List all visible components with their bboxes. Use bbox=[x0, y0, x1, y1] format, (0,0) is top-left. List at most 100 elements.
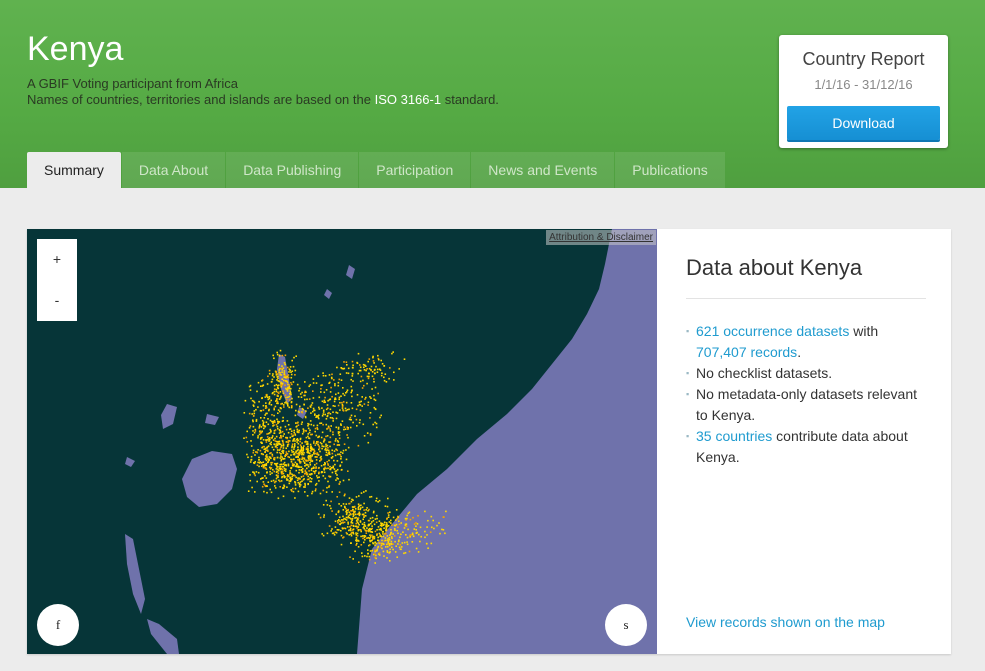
zoom-in-button[interactable]: + bbox=[37, 239, 77, 280]
occurrence-point bbox=[394, 529, 396, 531]
occurrence-point bbox=[321, 445, 323, 447]
tab-data-publishing[interactable]: Data Publishing bbox=[226, 152, 359, 188]
occurrence-point bbox=[296, 441, 298, 443]
records-link[interactable]: 707,407 records bbox=[696, 344, 797, 360]
occurrence-point bbox=[304, 398, 306, 401]
occurrence-point bbox=[259, 430, 261, 432]
occurrence-point bbox=[278, 467, 281, 470]
occurrence-point bbox=[283, 461, 286, 464]
occurrence-point bbox=[319, 516, 322, 519]
occurrence-point bbox=[385, 527, 388, 529]
occurrence-point bbox=[371, 525, 373, 527]
occurrence-point bbox=[329, 441, 332, 443]
occurrence-point bbox=[329, 391, 332, 393]
occurrence-point bbox=[383, 365, 385, 367]
occurrence-point bbox=[301, 471, 304, 473]
occurrence-point bbox=[361, 523, 364, 525]
occurrence-point bbox=[374, 372, 376, 375]
occurrence-map[interactable]: Attribution & Disclaimer + - f s bbox=[27, 229, 657, 654]
occurrence-point bbox=[363, 384, 365, 387]
occurrence-point bbox=[358, 512, 361, 515]
occurrence-point bbox=[316, 456, 318, 458]
occurrence-point bbox=[253, 412, 256, 415]
iso-link[interactable]: ISO 3166-1 bbox=[375, 92, 442, 107]
occurrence-point bbox=[257, 406, 259, 408]
occurrence-point bbox=[283, 406, 285, 408]
occurrence-point bbox=[276, 398, 278, 400]
occurrence-point bbox=[257, 471, 260, 474]
occurrence-point bbox=[291, 435, 293, 437]
occurrence-point bbox=[297, 439, 299, 442]
occurrence-point bbox=[295, 403, 298, 406]
occurrence-point bbox=[355, 536, 358, 539]
occurrence-point bbox=[320, 464, 323, 467]
occurrence-point bbox=[267, 445, 270, 447]
occurrence-point bbox=[287, 396, 289, 399]
occurrence-point bbox=[284, 470, 287, 472]
occurrence-point bbox=[373, 537, 376, 540]
occurrence-point bbox=[327, 449, 330, 452]
occurrence-point bbox=[277, 375, 279, 378]
occurrence-point bbox=[290, 461, 293, 463]
download-button[interactable]: Download bbox=[787, 106, 940, 140]
countries-link[interactable]: 35 countries bbox=[696, 428, 772, 444]
occurrence-point bbox=[360, 400, 362, 403]
occurrence-point bbox=[366, 382, 368, 385]
view-records-link[interactable]: View records shown on the map bbox=[686, 614, 885, 630]
occurrence-point bbox=[308, 470, 310, 472]
occurrence-point bbox=[278, 369, 280, 371]
occurrence-point bbox=[398, 520, 400, 523]
occurrence-point bbox=[313, 472, 316, 475]
occurrence-point bbox=[324, 463, 326, 465]
occurrence-point bbox=[281, 354, 284, 357]
occurrence-point bbox=[311, 490, 314, 493]
facts-list: 621 occurrence datasets with 707,407 rec… bbox=[686, 321, 926, 468]
occurrence-point bbox=[288, 482, 291, 485]
occurrence-point bbox=[358, 495, 360, 497]
occurrence-point bbox=[407, 528, 409, 531]
zoom-out-button[interactable]: - bbox=[37, 280, 77, 321]
occurrence-point bbox=[310, 423, 313, 426]
occurrence-point bbox=[359, 380, 362, 383]
occurrence-point bbox=[250, 458, 253, 461]
occurrence-point bbox=[359, 369, 362, 372]
occurrence-point bbox=[359, 507, 362, 509]
occurrence-point bbox=[342, 515, 344, 518]
occurrence-point bbox=[303, 429, 305, 432]
occurrence-point bbox=[380, 414, 382, 417]
tab-publications[interactable]: Publications bbox=[615, 152, 725, 188]
occurrence-point bbox=[331, 471, 334, 474]
occurrence-point bbox=[387, 516, 390, 518]
occurrence-datasets-link[interactable]: 621 occurrence datasets bbox=[696, 323, 849, 339]
occurrence-point bbox=[256, 451, 258, 453]
map-left-button[interactable]: f bbox=[37, 604, 79, 646]
occurrence-point bbox=[304, 491, 306, 493]
occurrence-point bbox=[349, 512, 352, 515]
occurrence-point bbox=[362, 423, 365, 426]
tab-participation[interactable]: Participation bbox=[359, 152, 471, 188]
occurrence-point bbox=[297, 448, 299, 451]
occurrence-point bbox=[325, 499, 327, 502]
occurrence-point bbox=[272, 354, 274, 357]
tab-summary[interactable]: Summary bbox=[27, 152, 121, 188]
tab-data-about[interactable]: Data About bbox=[121, 152, 226, 188]
occurrence-point bbox=[273, 414, 275, 417]
occurrence-point bbox=[341, 405, 344, 408]
occurrence-point bbox=[280, 395, 282, 398]
occurrence-point bbox=[326, 486, 328, 489]
tab-news-and-events[interactable]: News and Events bbox=[471, 152, 615, 188]
occurrence-point bbox=[272, 373, 274, 375]
occurrence-point bbox=[370, 397, 372, 399]
map-right-button[interactable]: s bbox=[605, 604, 647, 646]
occurrence-point bbox=[329, 505, 331, 507]
occurrence-point bbox=[392, 548, 394, 551]
occurrence-point bbox=[290, 467, 292, 470]
attribution-link[interactable]: Attribution & Disclaimer bbox=[546, 230, 656, 245]
occurrence-point bbox=[341, 527, 344, 529]
occurrence-point bbox=[441, 528, 443, 531]
occurrence-point bbox=[277, 380, 280, 382]
occurrence-point bbox=[358, 524, 360, 526]
occurrence-point bbox=[295, 422, 297, 424]
occurrence-point bbox=[260, 410, 263, 412]
occurrence-point bbox=[278, 440, 281, 443]
